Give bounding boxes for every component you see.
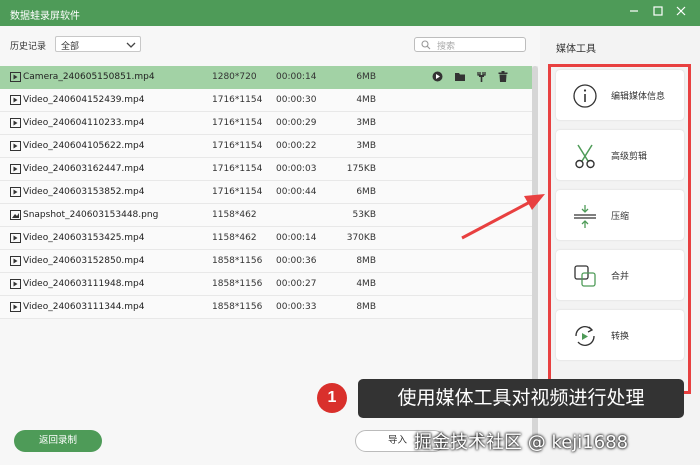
annotation-callout: 使用媒体工具对视频进行处理 [358,379,684,418]
step-number-badge: 1 [317,383,347,413]
watermark: 掘金技术社区 @ keji1688 [414,432,629,453]
